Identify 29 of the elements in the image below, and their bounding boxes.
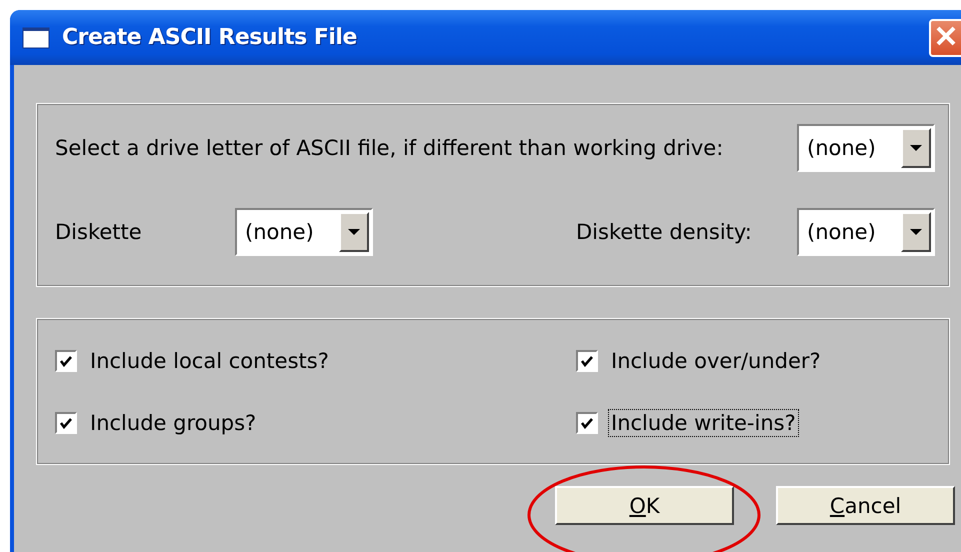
dropdown[interactable]: (none) — [235, 208, 373, 256]
field-label: Diskette density: — [576, 220, 753, 244]
checkbox-label[interactable]: Include write-ins? — [608, 409, 799, 437]
check-icon — [59, 417, 73, 429]
window-title: Create ASCII Results File — [62, 25, 357, 50]
dropdown-arrow-button[interactable] — [339, 212, 369, 252]
checkbox[interactable] — [576, 412, 598, 434]
dialog-button[interactable]: Cancel — [776, 486, 955, 525]
close-button[interactable] — [929, 18, 961, 56]
check-icon — [59, 355, 73, 367]
checkbox-label[interactable]: Include over/under? — [608, 347, 824, 375]
dropdown-arrow-button[interactable] — [901, 212, 931, 252]
window-icon — [22, 26, 50, 48]
dropdown[interactable]: (none) — [797, 208, 935, 256]
checkbox-label[interactable]: Include groups? — [87, 409, 260, 437]
dropdown-arrow-button[interactable] — [901, 128, 931, 168]
field-label: Diskette — [55, 220, 143, 244]
check-icon — [580, 355, 594, 367]
checkbox[interactable] — [55, 412, 77, 434]
caret-icon — [910, 145, 922, 151]
checkbox[interactable] — [55, 350, 77, 372]
caret-icon — [348, 229, 360, 235]
checkbox[interactable] — [576, 350, 598, 372]
checkbox-label[interactable]: Include local contests? — [87, 347, 332, 375]
dialog-button[interactable]: OK — [555, 486, 734, 525]
field-label: Select a drive letter of ASCII file, if different than working drive: — [55, 136, 724, 160]
caret-icon — [910, 229, 922, 235]
dropdown[interactable]: (none) — [797, 124, 935, 172]
check-icon — [580, 417, 594, 429]
